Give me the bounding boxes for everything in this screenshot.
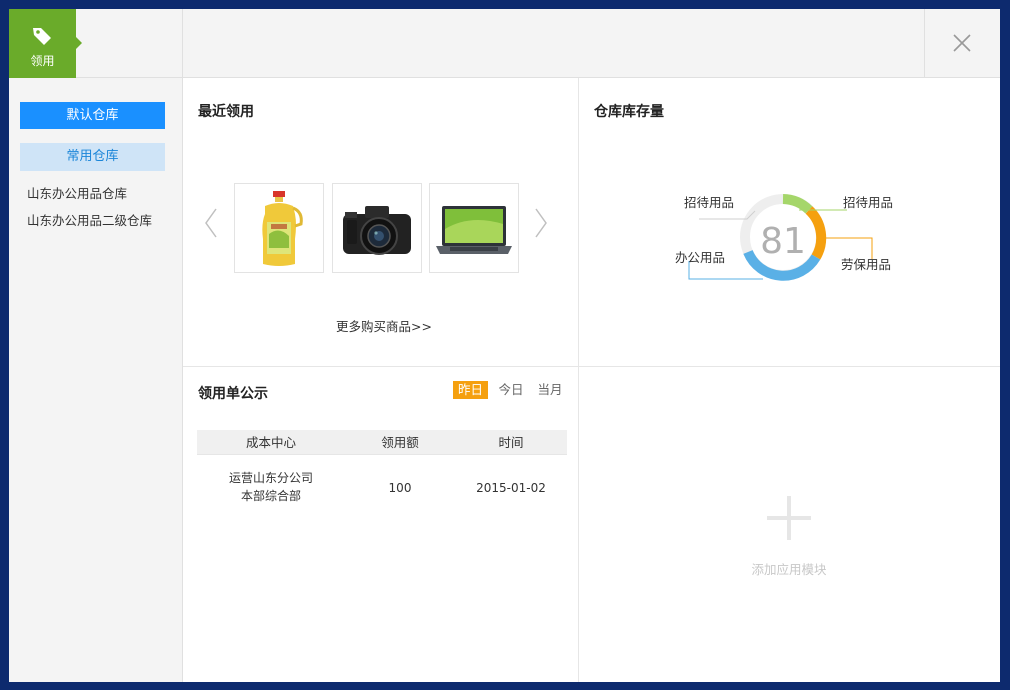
recent-item-oil[interactable] [234,183,324,273]
divider [183,366,1000,367]
close-button[interactable] [925,9,1000,78]
filter-month[interactable]: 当月 [535,381,565,399]
app-window: 领用 默认仓库 常用仓库 山东办公用品仓库 山东办公用品二级仓库 最近领用 更多… [9,9,1000,682]
tab-label: 领用 [30,54,55,68]
more-products-link[interactable]: 更多购买商品>> [336,316,432,335]
table-cell-center: 本部综合部 [240,489,301,503]
add-module-label: 添加应用模块 [751,562,827,577]
filter-yesterday[interactable]: 昨日 [453,381,488,399]
default-warehouse-button[interactable]: 默认仓库 [20,102,165,129]
add-module-button[interactable] [749,494,829,547]
inventory-total: 81 [760,221,806,262]
legend-label: 招待用品 [843,195,894,210]
chevron-left-icon[interactable] [204,207,218,239]
recent-item-laptop[interactable] [429,183,519,273]
filter-today[interactable]: 今日 [496,381,526,399]
tab-lingyong[interactable]: 领用 [9,9,82,78]
divider [182,9,183,78]
close-icon [953,34,971,52]
recent-item-camera[interactable] [332,183,422,273]
inventory-title: 仓库库存量 [594,104,664,120]
common-warehouse-button[interactable]: 常用仓库 [20,143,165,171]
legend-label: 招待用品 [684,195,735,210]
tag-icon [33,28,51,45]
sidebar: 默认仓库 常用仓库 山东办公用品仓库 山东办公用品二级仓库 [9,78,183,682]
column-header: 领用额 [381,435,419,450]
notice-title: 领用单公示 [198,386,268,402]
chevron-right-icon[interactable] [534,207,548,239]
legend-label: 劳保用品 [841,257,892,272]
recent-title: 最近领用 [198,104,254,120]
table-cell-date: 2015-01-02 [476,481,546,495]
laptop-icon [436,206,512,254]
table-cell-amount: 100 [388,481,412,495]
top-bar: 领用 [9,9,1000,78]
camera-icon [343,206,411,255]
table-cell-center: 运营山东分公司 [228,471,313,485]
sidebar-item-warehouse[interactable]: 山东办公用品二级仓库 [27,210,152,229]
donut-segment-green [782,194,813,214]
legend-label: 办公用品 [675,250,726,265]
sidebar-item-warehouse[interactable]: 山东办公用品仓库 [27,183,127,202]
plus-icon [767,496,811,540]
donut-segment-orange [805,206,827,260]
oil-bottle-icon [262,191,303,266]
table-header: 成本中心 领用额 时间 [197,430,567,455]
column-header: 时间 [498,435,524,450]
column-header: 成本中心 [245,435,296,450]
divider [578,78,579,682]
